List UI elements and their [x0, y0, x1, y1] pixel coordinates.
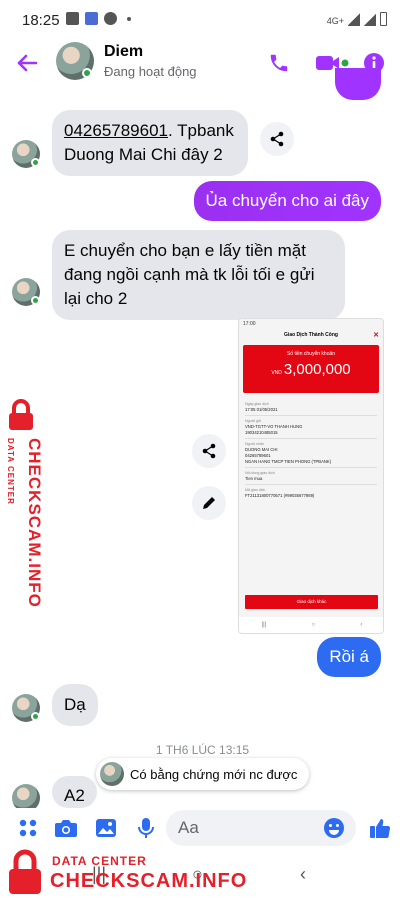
share-icon: [270, 131, 284, 147]
online-indicator: [31, 712, 40, 721]
camera-button[interactable]: [52, 814, 80, 842]
outgoing-message[interactable]: Ủa chuyển cho ai đây: [193, 181, 381, 221]
back-nav-button[interactable]: ‹: [300, 864, 306, 885]
message-composer: [0, 808, 405, 848]
status-bar: 18:25 4G+: [0, 0, 405, 40]
gallery-notification-icon: [66, 12, 79, 25]
signal-icon-2: [364, 13, 376, 26]
watermark-bottom: DATA CENTER CHECKSCAM.INFO: [4, 846, 264, 900]
network-type: 4G+: [326, 16, 344, 26]
watermark-side: DATA CENTER CHECKSCAM.INFO: [2, 398, 44, 608]
watermark-big-text: CHECKSCAM.INFO: [25, 438, 44, 608]
previous-message-bubble: [335, 68, 381, 100]
receiver-bank: NGAN HANG TMCP TIEN PHONG (TPBANK): [245, 459, 332, 464]
chip-avatar: [100, 762, 124, 786]
like-button[interactable]: [366, 814, 394, 842]
online-indicator: [31, 296, 40, 305]
online-indicator: [82, 68, 92, 78]
screenshot-title-text: Giao Dịch Thành Công: [284, 332, 338, 338]
message-preview-chip[interactable]: Có bằng chứng mới nc được: [96, 758, 310, 790]
chip-text: Có bằng chứng mới nc được: [130, 766, 298, 782]
share-image-button[interactable]: [192, 434, 226, 468]
timestamp-divider: 1 TH6 LÚC 13:15: [155, 743, 250, 757]
more-actions-button[interactable]: [14, 814, 42, 842]
screenshot-navbar: ||| ○ ‹: [239, 617, 383, 633]
lock-icon: [9, 399, 33, 430]
currency: VND: [271, 370, 282, 376]
amount: 3,000,000: [283, 361, 351, 378]
code-label: Mã giao dịch: [245, 488, 266, 492]
screenshot-title: Giao Dịch Thành Công ✕: [239, 329, 383, 341]
transaction-screenshot-image[interactable]: 17:00 Giao Dịch Thành Công ✕ Số tiền chu…: [238, 318, 384, 634]
content-label: Nội dung giao dịch: [245, 471, 275, 475]
back-button[interactable]: [12, 48, 42, 78]
microphone-icon: [138, 818, 154, 838]
messenger-notification-icon: [85, 12, 98, 25]
battery-icon: [380, 12, 387, 26]
outgoing-message[interactable]: Rồi á: [317, 637, 381, 677]
incoming-message[interactable]: E chuyển cho bạn e lấy tiền mặt đang ngồ…: [52, 230, 345, 320]
date-label: Ngày giao dịch: [245, 402, 269, 406]
watermark-small-text: DATA CENTER: [6, 438, 15, 505]
receiver-name: DUONG MAI CHI: [245, 447, 278, 452]
screenshot-status-bar: 17:00: [243, 321, 256, 327]
four-dots-icon: [19, 819, 37, 837]
transaction-details: Ngày giao dịch 17:05 01/05/2021 Người gử…: [239, 397, 383, 500]
code-value: FT21131800770571 (#99035677989): [245, 493, 315, 498]
image-icon: [96, 819, 116, 837]
watermark-small-text: DATA CENTER: [52, 854, 147, 868]
more-notifications-icon: [127, 16, 131, 21]
contact-status: Đang hoạt động: [104, 64, 197, 79]
account-number-link[interactable]: 04265789601: [64, 121, 168, 140]
divider: [245, 415, 377, 416]
voice-button[interactable]: [132, 814, 160, 842]
lock-icon: [9, 849, 41, 894]
divider: [245, 438, 377, 439]
contact-name[interactable]: Diem: [104, 43, 143, 61]
screenshot-close-icon: ✕: [373, 332, 379, 339]
sender-name: VND-TGTT-VO THANH HUNG: [245, 424, 303, 429]
watermark-big-text: CHECKSCAM.INFO: [50, 870, 248, 892]
amount-label: Số tiền chuyển khoản: [286, 351, 336, 357]
back-icon: ‹: [360, 622, 363, 628]
camera-icon: [55, 820, 77, 837]
sender-label: Người gửi: [245, 419, 262, 423]
phone-icon: [270, 54, 288, 72]
share-icon: [202, 443, 216, 459]
signal-icon: [348, 13, 360, 26]
edit-image-button[interactable]: [192, 486, 226, 520]
receiver-account: 04265789601: [245, 453, 271, 458]
date-value: 17:05 01/05/2021: [245, 407, 278, 412]
back-arrow-icon: [17, 54, 38, 72]
pencil-icon: [203, 497, 215, 509]
smiley-icon: [324, 818, 344, 838]
status-time: 18:25: [22, 12, 60, 29]
recent-apps-icon: |||: [261, 622, 267, 628]
chrome-notification-icon: [104, 12, 117, 25]
divider: [245, 484, 377, 485]
emoji-button[interactable]: [320, 814, 348, 842]
incoming-message[interactable]: A2: [52, 776, 97, 808]
incoming-message-account[interactable]: 04265789601. Tpbank Duong Mai Chi đây 2: [52, 110, 248, 176]
divider: [245, 467, 377, 468]
status-right: 4G+: [327, 12, 387, 26]
gallery-button[interactable]: [92, 814, 120, 842]
other-transaction-button: Giao dịch khác: [245, 595, 378, 609]
home-icon: ○: [311, 622, 316, 628]
share-button[interactable]: [260, 122, 294, 156]
notification-icons: [66, 12, 131, 25]
amount-value: VND 3,000,000: [243, 361, 379, 378]
sender-account: 19034210485015: [245, 430, 278, 435]
receiver-label: Người nhận: [245, 442, 265, 446]
amount-card: Số tiền chuyển khoản VND 3,000,000: [243, 345, 379, 393]
online-indicator: [31, 158, 40, 167]
incoming-message[interactable]: Dạ: [52, 684, 98, 726]
content-value: Tien mua: [245, 476, 263, 481]
thumbs-up-icon: [370, 819, 391, 838]
call-button[interactable]: [264, 48, 294, 78]
